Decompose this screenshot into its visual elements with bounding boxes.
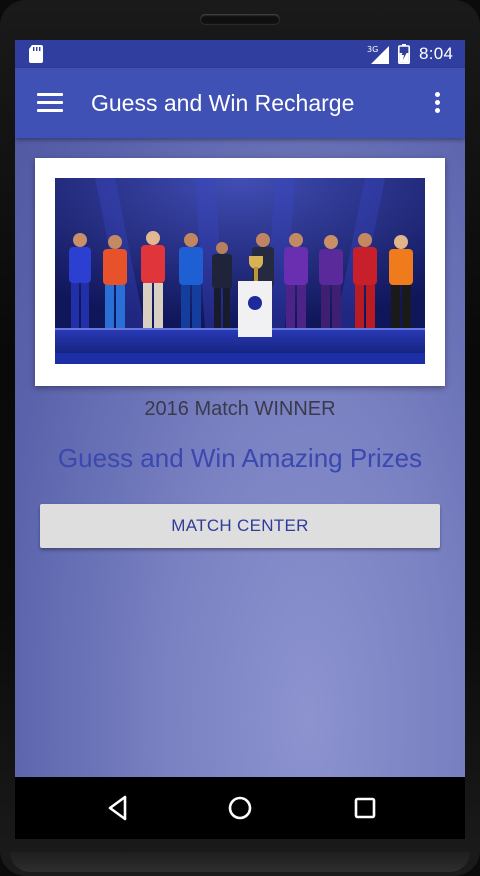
back-icon[interactable] [101, 791, 135, 825]
app-title: Guess and Win Recharge [91, 90, 355, 116]
battery-icon [398, 44, 410, 64]
home-icon[interactable] [223, 791, 257, 825]
status-bar: 3G 8:04 [15, 40, 465, 68]
earpiece-speaker [200, 14, 280, 24]
tagline: Guess and Win Amazing Prizes [57, 443, 423, 473]
recents-icon[interactable] [348, 791, 382, 825]
system-nav-bar [15, 777, 465, 839]
banner-card [35, 158, 445, 386]
phone-frame: 3G 8:04 Guess and Win Recharge 2016 Matc… [0, 0, 480, 876]
menu-icon[interactable] [37, 93, 63, 113]
app-screen: 3G 8:04 Guess and Win Recharge 2016 Matc… [15, 40, 465, 777]
overflow-menu-icon[interactable] [431, 92, 443, 114]
match-center-button[interactable]: MATCH CENTER [40, 504, 440, 548]
phone-chin [10, 852, 470, 872]
app-bar: Guess and Win Recharge [15, 68, 465, 138]
team-captains-photo [55, 178, 425, 364]
clock: 8:04 [419, 44, 454, 63]
signal-icon: 3G [367, 45, 389, 64]
sd-card-icon [29, 45, 43, 63]
network-type-label: 3G [367, 45, 378, 54]
winner-label: 2016 Match WINNER [144, 398, 336, 420]
